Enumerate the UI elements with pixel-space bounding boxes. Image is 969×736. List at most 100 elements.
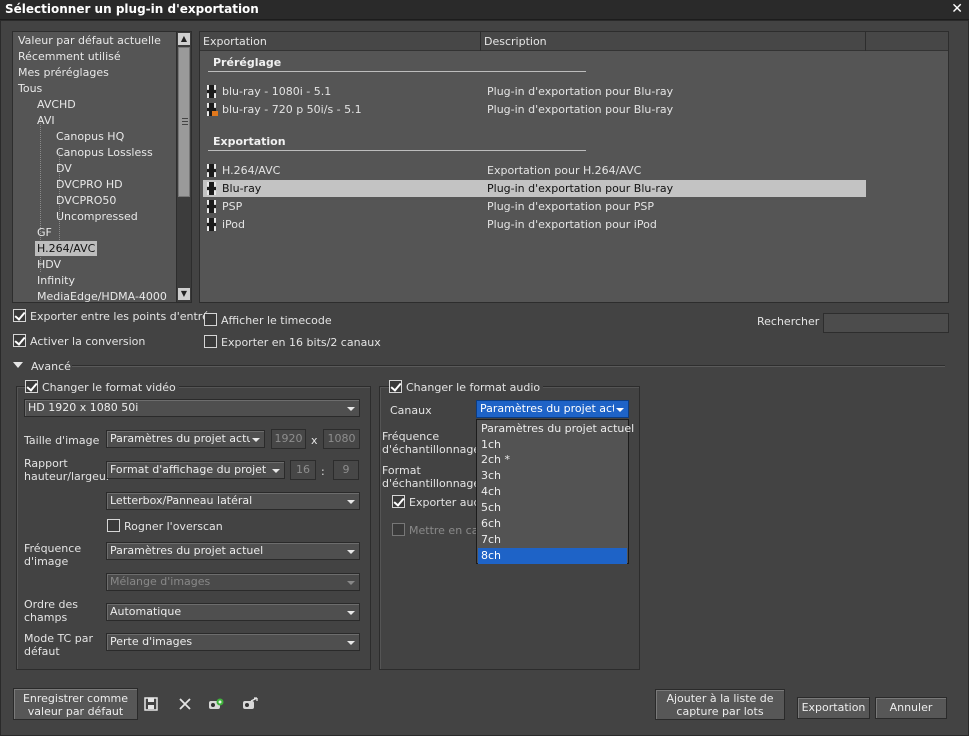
dropdown-caret-icon — [347, 500, 355, 504]
collapse-triangle-icon[interactable] — [13, 362, 23, 368]
field-order-label: Ordre des champs — [24, 598, 78, 624]
channel-option[interactable]: Paramètres du projet actuel — [478, 421, 634, 437]
column-header-description[interactable]: Description — [484, 35, 547, 48]
image-size-dropdown[interactable]: Paramètres du projet actuel — [106, 430, 265, 448]
tree-item-gf[interactable]: GF — [37, 225, 52, 240]
image-size-label: Taille d'image — [24, 434, 100, 447]
show-timecode-checkbox[interactable]: Afficher le timecode — [204, 313, 332, 327]
width-field[interactable]: 1920 — [271, 429, 306, 449]
tree-item-dvcpro-hd[interactable]: DVCPRO HD — [56, 177, 123, 192]
enable-conversion-checkbox[interactable]: Activer la conversion — [13, 334, 145, 348]
channel-option[interactable]: 3ch — [478, 468, 627, 484]
tree-item-all[interactable]: Tous — [18, 81, 42, 96]
save-icon[interactable] — [142, 695, 160, 713]
letterbox-dropdown[interactable]: Letterbox/Panneau latéral — [106, 492, 360, 510]
ratio-width-field[interactable]: 16 — [290, 460, 316, 480]
plugin-list[interactable]: Exportation Description Préréglage blu-r… — [199, 31, 949, 303]
import-preset-icon[interactable] — [207, 695, 225, 713]
x-separator: x — [311, 434, 318, 447]
crop-overscan-checkbox[interactable]: Rogner l'overscan — [107, 519, 223, 533]
channels-popup-list[interactable]: Paramètres du projet actuel 1ch 2ch * 3c… — [476, 419, 634, 564]
film-icon — [207, 218, 216, 231]
ratio-separator: : — [321, 465, 325, 478]
export-16bit-checkbox[interactable]: Exporter en 16 bits/2 canaux — [204, 335, 381, 349]
list-item[interactable]: blu-ray - 1080i - 5.1 Plug-in d'exportat… — [203, 83, 866, 100]
dropdown-caret-icon — [347, 641, 355, 645]
checkbox-icon — [204, 313, 217, 326]
channel-option[interactable]: 2ch * — [478, 452, 627, 468]
frame-rate-dropdown[interactable]: Paramètres du projet actuel — [106, 542, 360, 560]
scroll-down-icon[interactable]: ▼ — [178, 288, 190, 300]
scroll-thumb[interactable] — [178, 47, 190, 197]
export-button[interactable]: Exportation — [797, 697, 870, 719]
checkbox-icon — [392, 523, 405, 536]
tree-item-h264[interactable]: H.264/AVC — [35, 241, 98, 256]
delete-icon[interactable] — [176, 695, 194, 713]
sample-rate-label: Fréquence d'échantillonnage — [382, 430, 481, 456]
column-header-export[interactable]: Exportation — [203, 35, 267, 48]
advanced-label[interactable]: Avancé — [31, 360, 71, 373]
export-preset-icon[interactable] — [241, 695, 259, 713]
checkbox-icon — [389, 380, 402, 393]
checkbox-icon — [25, 380, 38, 393]
dropdown-caret-icon — [347, 611, 355, 615]
tc-mode-dropdown[interactable]: Perte d'images — [106, 633, 360, 651]
tree-item-recent[interactable]: Récemment utilisé — [18, 49, 121, 64]
tc-mode-label: Mode TC par défaut — [24, 632, 93, 658]
tree-item-hdv[interactable]: HDV — [37, 257, 61, 272]
search-label: Rechercher — [757, 315, 820, 328]
tree-item-dvcpro50[interactable]: DVCPRO50 — [56, 193, 116, 208]
ratio-height-field[interactable]: 9 — [333, 460, 359, 480]
list-item[interactable]: iPod Plug-in d'exportation pour iPod — [203, 216, 866, 233]
height-field[interactable]: 1080 — [323, 429, 360, 449]
channel-option[interactable]: 7ch — [478, 532, 627, 548]
tree-item-dv[interactable]: DV — [56, 161, 72, 176]
tree-item-current-default[interactable]: Valeur par défaut actuelle — [18, 33, 161, 48]
channel-option[interactable]: 4ch — [478, 484, 627, 500]
cache-checkbox: Mettre en cac — [392, 523, 485, 537]
list-item[interactable]: H.264/AVC Exportation pour H.264/AVC — [203, 162, 866, 179]
list-item[interactable]: blu-ray - 720 p 50i/s - 5.1 Plug-in d'ex… — [203, 101, 866, 118]
tree-item-canopus-hq[interactable]: Canopus HQ — [56, 129, 124, 144]
tree-scrollbar[interactable]: ▲ ▼ — [176, 32, 191, 302]
frame-blend-dropdown: Mélange d'images — [106, 573, 360, 591]
add-to-batch-capture-button[interactable]: Ajouter à la liste de capture par lots — [655, 689, 785, 720]
tree-item-mediaedge[interactable]: MediaEdge/HDMA-4000 — [37, 289, 167, 302]
channel-option[interactable]: 6ch — [478, 516, 627, 532]
tree-item-uncompressed[interactable]: Uncompressed — [56, 209, 138, 224]
list-item-selected[interactable]: Blu-ray Plug-in d'exportation pour Blu-r… — [203, 180, 866, 197]
checkbox-icon — [13, 334, 26, 347]
tree-item-infinity[interactable]: Infinity — [37, 273, 75, 288]
list-item[interactable]: PSP Plug-in d'exportation pour PSP — [203, 198, 866, 215]
channel-option-highlighted[interactable]: 8ch — [478, 548, 627, 564]
close-icon[interactable]: ✕ — [951, 1, 963, 17]
film-preset-icon — [207, 103, 218, 116]
save-default-button[interactable]: Enregistrer comme valeur par défaut — [13, 688, 138, 720]
tree-item-avchd[interactable]: AVCHD — [37, 97, 76, 112]
video-format-dropdown[interactable]: HD 1920 x 1080 50i — [24, 399, 360, 417]
export-audio-checkbox[interactable]: Exporter audi — [392, 495, 484, 509]
category-tree[interactable]: Valeur par défaut actuelle Récemment uti… — [12, 31, 192, 303]
dropdown-caret-icon — [272, 469, 280, 473]
cancel-button[interactable]: Annuler — [875, 697, 947, 719]
change-video-format-checkbox[interactable]: Changer le format vidéo — [25, 380, 179, 394]
group-divider — [208, 71, 586, 72]
film-icon — [207, 182, 216, 195]
tree-item-canopus-lossless[interactable]: Canopus Lossless — [56, 145, 153, 160]
export-between-points-checkbox[interactable]: Exporter entre les points d'entrée — [13, 309, 216, 323]
change-audio-format-checkbox[interactable]: Changer le format audio — [389, 380, 544, 394]
checkbox-icon — [204, 335, 217, 348]
scroll-up-icon[interactable]: ▲ — [178, 33, 190, 45]
film-icon — [207, 85, 216, 98]
tree-item-my-presets[interactable]: Mes préréglages — [18, 65, 109, 80]
field-order-dropdown[interactable]: Automatique — [106, 603, 360, 621]
search-input[interactable] — [823, 313, 949, 333]
channels-dropdown[interactable]: Paramètres du projet actue — [476, 400, 629, 418]
group-divider — [208, 150, 586, 151]
dropdown-caret-icon — [347, 407, 355, 411]
channel-option[interactable]: 1ch — [478, 437, 627, 453]
aspect-ratio-dropdown[interactable]: Format d'affichage du projet actuel — [106, 461, 285, 479]
channel-option[interactable]: 5ch — [478, 500, 627, 516]
group-export-label: Exportation — [213, 135, 286, 148]
tree-item-avi[interactable]: AVI — [37, 113, 55, 128]
